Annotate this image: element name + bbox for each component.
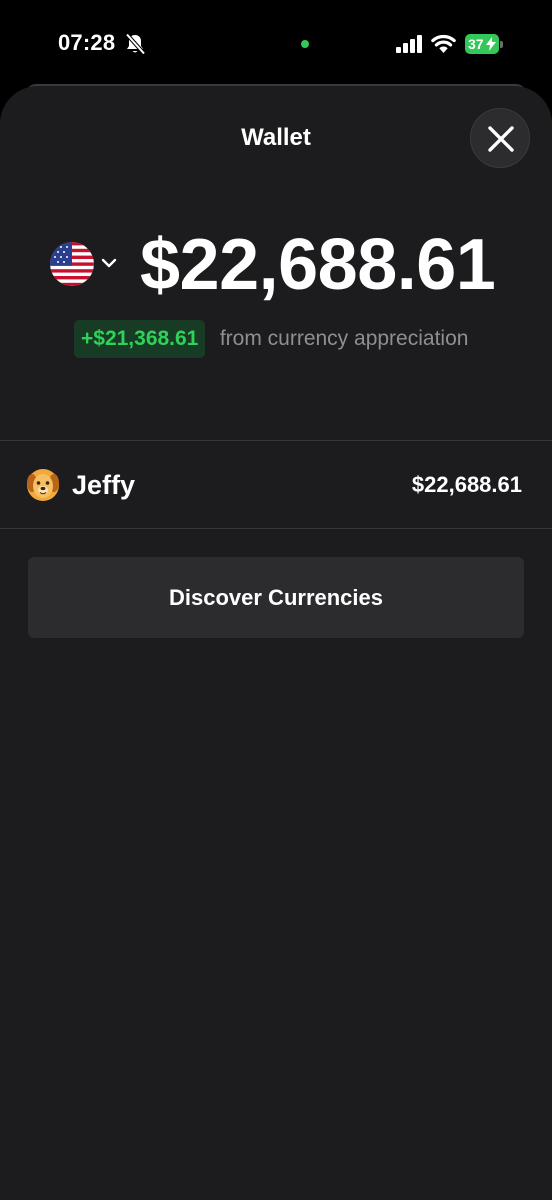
- camera-indicator: [301, 40, 309, 48]
- battery-indicator: 37: [465, 34, 503, 54]
- status-bar: 07:28 37: [0, 0, 552, 84]
- us-flag-icon: [50, 242, 94, 286]
- chevron-down-icon: [101, 258, 117, 268]
- divider-top: [0, 440, 552, 441]
- divider-bottom: [0, 528, 552, 529]
- bell-slash-icon: [125, 33, 145, 55]
- signal-icon: [396, 35, 422, 53]
- currency-selector[interactable]: [50, 242, 124, 286]
- battery-charging-icon: [486, 37, 496, 51]
- total-balance: $22,688.61: [140, 225, 496, 305]
- wallet-sheet: Wallet $22,688.61 +$21,368.61 from curre…: [0, 86, 552, 1200]
- wallet-screen: 07:28 37 Wallet $22,688.61 +$21,368.61 f…: [0, 0, 552, 1200]
- appreciation-row: +$21,368.61 from currency appreciation: [74, 320, 468, 358]
- wallet-name: Jeffy: [72, 470, 136, 500]
- gain-badge: +$21,368.61: [74, 320, 206, 358]
- close-icon: [488, 126, 514, 152]
- wallet-amount: $22,688.61: [411, 472, 522, 497]
- gain-caption: from currency appreciation: [219, 327, 469, 350]
- close-button[interactable]: [470, 108, 530, 168]
- battery-cap: [500, 41, 503, 48]
- discover-currencies-button[interactable]: Discover Currencies: [28, 557, 524, 638]
- status-time: 07:28: [58, 30, 116, 55]
- wifi-icon: [431, 34, 456, 53]
- dog-face-icon: [27, 469, 59, 501]
- wallet-row[interactable]: Jeffy $22,688.61: [0, 442, 552, 528]
